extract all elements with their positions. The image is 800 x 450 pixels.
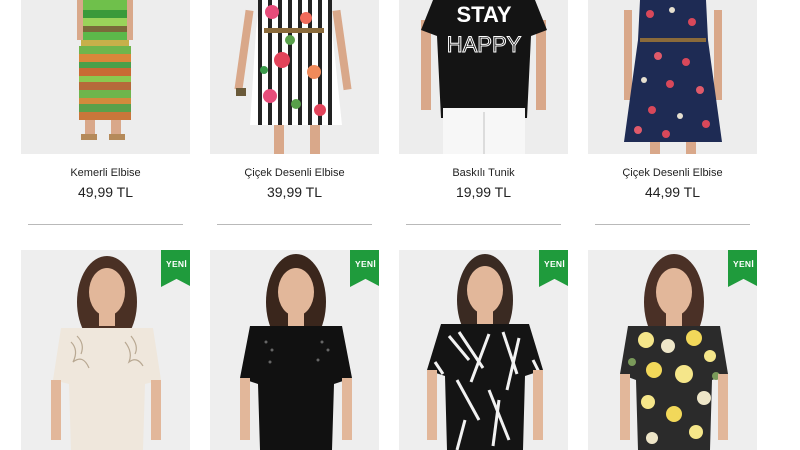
divider (406, 224, 561, 225)
product-card[interactable]: YENİ (210, 250, 379, 450)
product-image[interactable]: YENİ (588, 250, 757, 450)
product-name[interactable]: Baskılı Tunik (399, 167, 568, 179)
shirt-print-text: HAPPY (447, 32, 522, 57)
product-name[interactable]: Kemerli Elbise (21, 167, 190, 179)
product-card[interactable]: YENİ (399, 250, 568, 450)
product-row-top: Kemerli Elbise 49,99 TL Çiçek Desenli El… (21, 0, 757, 225)
shirt-print-text: STAY (456, 2, 511, 27)
product-name[interactable]: Çiçek Desenli Elbise (588, 167, 757, 179)
product-card[interactable]: YENİ (588, 250, 757, 450)
product-name[interactable]: Çiçek Desenli Elbise (210, 167, 379, 179)
product-card[interactable]: Çiçek Desenli Elbise 44,99 TL (588, 0, 757, 225)
product-image[interactable]: YENİ (210, 250, 379, 450)
product-image[interactable] (21, 0, 190, 154)
product-image[interactable] (588, 0, 757, 154)
product-card[interactable]: YENİ (21, 250, 190, 450)
divider (28, 224, 183, 225)
product-image[interactable]: YENİ (21, 250, 190, 450)
product-price: 39,99 TL (266, 184, 322, 200)
product-price: 19,99 TL (455, 184, 511, 200)
product-card[interactable]: Çiçek Desenli Elbise 39,99 TL (210, 0, 379, 225)
divider (595, 224, 750, 225)
product-price: 49,99 TL (77, 184, 133, 200)
product-image[interactable]: STAY HAPPY (399, 0, 568, 154)
product-row-bottom: YENİ YENİ YENİ YENİ (21, 250, 757, 450)
product-card[interactable]: Kemerli Elbise 49,99 TL (21, 0, 190, 225)
divider (217, 224, 372, 225)
product-image[interactable]: YENİ (399, 250, 568, 450)
product-image[interactable] (210, 0, 379, 154)
product-card[interactable]: STAY HAPPY Baskılı Tunik 19,99 TL (399, 0, 568, 225)
product-price: 44,99 TL (644, 184, 700, 200)
product-grid: Kemerli Elbise 49,99 TL Çiçek Desenli El… (0, 0, 800, 450)
